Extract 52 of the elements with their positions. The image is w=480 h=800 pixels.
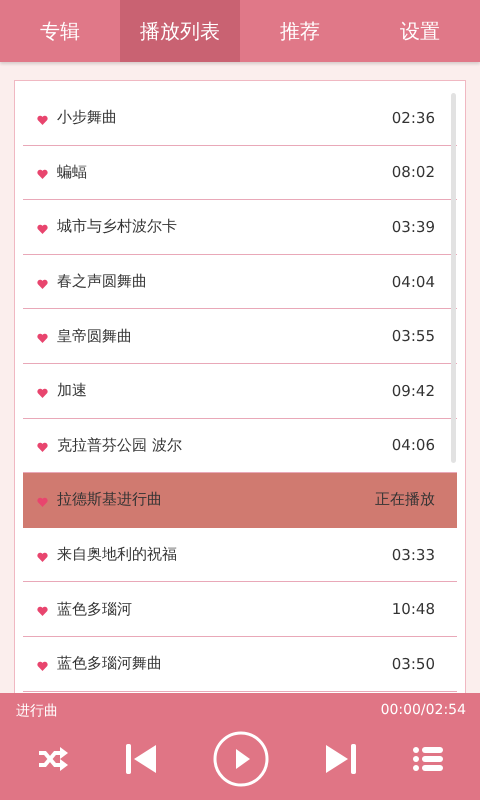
song-row[interactable]: 蝙蝠 08:02	[23, 146, 457, 200]
heart-icon	[37, 442, 48, 452]
heart-icon	[37, 114, 48, 125]
song-duration: 03:39	[392, 218, 435, 236]
song-duration: 09:42	[392, 382, 435, 400]
song-title: 春之声圆舞曲	[57, 272, 148, 292]
song-row[interactable]: 城市与乡村波尔卡 03:39	[23, 200, 457, 255]
heart-icon	[37, 333, 48, 344]
song-row[interactable]: 春之声圆舞曲 04:04	[23, 254, 457, 310]
heart-icon	[37, 606, 48, 616]
song-duration: 08:02	[392, 163, 435, 182]
play-button[interactable]	[212, 731, 269, 787]
heart-icon	[37, 278, 48, 289]
song-row[interactable]: 小步舞曲 02:36	[23, 91, 457, 146]
heart-icon	[37, 552, 48, 562]
song-title: 加速	[57, 381, 88, 400]
song-duration: 03:55	[392, 327, 435, 346]
song-title: 城市与乡村波尔卡	[57, 217, 178, 236]
song-title: 蝙蝠	[57, 162, 88, 182]
song-row[interactable]: 蓝色多瑙河 10:48	[23, 582, 457, 637]
scrollbar[interactable]	[451, 93, 456, 463]
heart-icon	[37, 660, 48, 671]
shuffle-button[interactable]	[37, 746, 70, 772]
heart-icon	[37, 496, 48, 507]
song-row[interactable]: 加速 09:42	[23, 364, 457, 419]
song-row[interactable]: 皇帝圆舞曲 03:55	[23, 309, 457, 364]
song-duration: 04:06	[392, 436, 435, 454]
song-duration: 03:33	[392, 546, 435, 564]
playlist-button[interactable]	[412, 747, 443, 771]
now-playing-title: 进行曲	[16, 702, 58, 721]
song-title: 来自奥地利的祝福	[57, 545, 178, 564]
previous-button[interactable]	[124, 744, 158, 774]
next-button[interactable]	[324, 744, 358, 774]
song-duration: 10:48	[392, 600, 435, 618]
tab[interactable]: 播放列表	[120, 0, 240, 62]
song-title: 皇帝圆舞曲	[57, 326, 133, 346]
playback-time: 00:00/02:54	[380, 702, 466, 720]
song-duration: 03:50	[392, 654, 435, 673]
song-title: 拉德斯基进行曲	[57, 490, 163, 510]
heart-icon	[37, 169, 48, 180]
song-duration: 02:36	[392, 108, 435, 127]
song-title: 蓝色多瑙河	[57, 600, 133, 619]
heart-icon	[37, 224, 48, 234]
song-title: 小步舞曲	[57, 108, 118, 128]
song-duration: 04:04	[392, 272, 435, 291]
song-row[interactable]: 蓝色多瑙河舞曲 03:50	[23, 636, 457, 692]
song-title: 克拉普芬公园 波尔	[57, 436, 183, 455]
heart-icon	[37, 388, 48, 398]
song-row[interactable]: 来自奥地利的祝福 03:33	[23, 528, 457, 582]
song-row[interactable]: 拉德斯基进行曲 正在播放	[23, 473, 457, 528]
song-duration: 正在播放	[375, 490, 435, 510]
song-title: 蓝色多瑙河舞曲	[57, 654, 163, 674]
